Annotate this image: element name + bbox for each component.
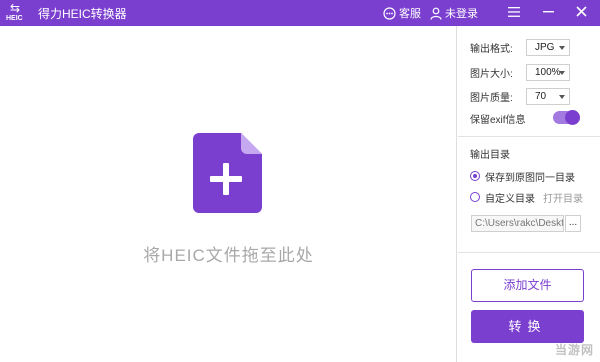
output-format-label: 输出格式: bbox=[470, 43, 513, 55]
customer-service-button[interactable]: 客服 bbox=[383, 5, 421, 21]
convert-button[interactable]: 转换 bbox=[471, 310, 584, 343]
radio-same-dir[interactable]: 保存到原图同一目录 bbox=[470, 169, 575, 184]
add-file-button[interactable]: 添加文件 bbox=[471, 269, 584, 302]
add-file-document-icon[interactable] bbox=[193, 133, 262, 213]
close-icon bbox=[575, 6, 587, 20]
hamburger-menu-icon bbox=[508, 6, 520, 20]
chat-bubble-icon bbox=[383, 6, 396, 20]
image-size-value: 100% bbox=[535, 66, 561, 78]
close-button[interactable] bbox=[572, 4, 590, 22]
drop-area[interactable]: 将HEIC文件拖至此处 bbox=[0, 26, 457, 362]
app-logo: ⇆ HEIC bbox=[4, 2, 28, 24]
radio-custom-dir[interactable]: 自定义目录 打开目录 bbox=[470, 190, 583, 205]
chevron-down-icon bbox=[559, 70, 565, 75]
output-dir-title: 输出目录 bbox=[470, 150, 510, 161]
settings-panel: 输出格式: JPG 图片大小: 100% 图片质量: 70 保留exif信息 输… bbox=[458, 26, 600, 362]
logo-text: HEIC bbox=[6, 15, 23, 22]
image-quality-row: 图片质量: 70 bbox=[470, 87, 570, 105]
radio-button[interactable] bbox=[470, 192, 480, 202]
chevron-down-icon bbox=[559, 94, 565, 99]
divider bbox=[458, 252, 600, 253]
toggle-knob bbox=[565, 110, 580, 125]
watermark: 当游网 bbox=[554, 343, 594, 357]
output-format-row: 输出格式: JPG bbox=[470, 38, 570, 56]
image-quality-value: 70 bbox=[535, 90, 547, 102]
exif-label: 保留exif信息 bbox=[470, 114, 526, 126]
image-size-row: 图片大小: 100% bbox=[470, 63, 570, 81]
image-size-label: 图片大小: bbox=[470, 68, 513, 80]
exif-row: 保留exif信息 bbox=[470, 109, 590, 127]
chevron-down-icon bbox=[559, 45, 565, 50]
user-icon bbox=[430, 7, 442, 20]
image-quality-select[interactable]: 70 bbox=[526, 87, 570, 105]
radio-same-dir-label: 保存到原图同一目录 bbox=[485, 172, 575, 184]
minimize-icon bbox=[542, 6, 554, 20]
output-format-value: JPG bbox=[535, 41, 555, 53]
login-button[interactable]: 未登录 bbox=[430, 5, 478, 21]
title-bar: ⇆ HEIC 得力HEIC转换器 客服 未登录 bbox=[0, 0, 600, 26]
radio-button-selected[interactable] bbox=[470, 171, 480, 181]
convert-arrows-icon: ⇆ bbox=[10, 1, 21, 15]
login-label: 未登录 bbox=[445, 8, 478, 20]
menu-button[interactable] bbox=[505, 4, 523, 22]
minimize-button[interactable] bbox=[539, 4, 557, 22]
output-format-select[interactable]: JPG bbox=[526, 38, 570, 56]
open-dir-link[interactable]: 打开目录 bbox=[543, 190, 583, 205]
browse-button[interactable]: ... bbox=[565, 215, 581, 232]
image-quality-label: 图片质量: bbox=[470, 92, 513, 104]
radio-custom-dir-label: 自定义目录 bbox=[485, 193, 535, 205]
output-path-field[interactable]: C:\Users\rakc\Deskt bbox=[471, 215, 564, 232]
drop-hint-text: 将HEIC文件拖至此处 bbox=[143, 246, 314, 265]
divider bbox=[458, 136, 600, 137]
exif-toggle[interactable] bbox=[553, 110, 580, 125]
customer-service-label: 客服 bbox=[399, 8, 421, 20]
app-title: 得力HEIC转换器 bbox=[38, 7, 127, 21]
image-size-select[interactable]: 100% bbox=[526, 63, 570, 81]
